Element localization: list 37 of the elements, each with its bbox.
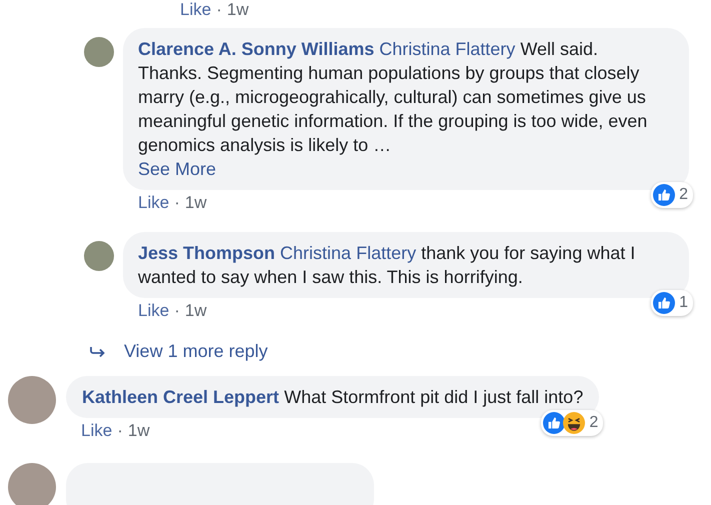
like-link[interactable]: Like (138, 301, 170, 321)
avatar[interactable] (84, 37, 114, 67)
reaction-summary[interactable]: 2 (541, 410, 604, 436)
author-name[interactable]: Clarence A. Sonny Williams (138, 39, 374, 59)
mention-link[interactable]: Christina Flattery (379, 39, 516, 59)
view-more-replies-link[interactable]: View 1 more reply (124, 341, 268, 362)
author-name[interactable]: Kathleen Creel Leppert (82, 387, 280, 407)
reaction-count: 2 (679, 186, 688, 204)
thumbs-up-icon (653, 292, 676, 314)
timestamp[interactable]: 1w (184, 193, 207, 213)
comment-text: Jess Thompson Christina Flattery thank you for saying what I wanted to say when I saw this. This is horrifying. (138, 242, 636, 289)
reaction-count: 1 (679, 294, 688, 312)
separator-dot: · (117, 421, 123, 441)
mention-link[interactable]: Christina Flattery (280, 243, 416, 263)
author-name[interactable]: Jess Thompson (138, 243, 276, 263)
thumbs-up-icon (543, 412, 566, 434)
see-more-link[interactable]: See More (138, 157, 673, 181)
separator-dot: · (174, 193, 180, 213)
avatar[interactable] (8, 463, 56, 505)
reaction-summary[interactable]: 2 (651, 182, 693, 208)
separator-dot: · (174, 301, 180, 321)
reaction-count: 2 (589, 414, 598, 432)
avatar[interactable] (8, 376, 56, 424)
avatar[interactable] (84, 241, 114, 271)
thumbs-up-icon (653, 184, 676, 206)
separator-dot: · (216, 0, 222, 20)
like-link[interactable]: Like (138, 193, 170, 213)
timestamp[interactable]: 1w (184, 301, 207, 321)
reaction-summary[interactable]: 1 (651, 290, 693, 316)
comment-text: Clarence A. Sonny Williams Christina Flattery Well said. Thanks. Segmenting human populations by groups that closely marry (e.g., microgeograhically, cultural) can sometimes give us meaningful genetic information. If the grouping is too wide, even genomics analysis is likely to … (138, 38, 648, 157)
comment-text: Kathleen Creel Leppert What Stormfront pit did I just fall into? (82, 386, 584, 409)
like-link[interactable]: Like (81, 421, 112, 441)
timestamp[interactable]: 1w (226, 0, 249, 20)
like-link[interactable]: Like (180, 0, 212, 20)
laughing-face-icon (563, 412, 586, 434)
reply-arrow-icon (90, 346, 106, 358)
timestamp[interactable]: 1w (128, 421, 150, 441)
